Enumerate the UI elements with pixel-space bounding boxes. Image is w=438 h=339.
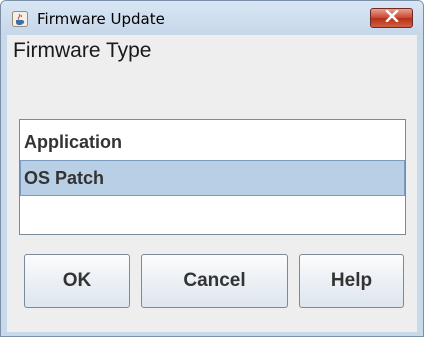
window-title: Firmware Update xyxy=(37,10,165,28)
cancel-button[interactable]: Cancel xyxy=(141,254,288,308)
help-button[interactable]: Help xyxy=(299,254,404,308)
close-button[interactable] xyxy=(370,8,413,28)
list-item-application[interactable]: Application xyxy=(20,124,405,160)
firmware-update-dialog: Firmware Update Firmware Type Applicatio… xyxy=(0,0,424,337)
list-item-os-patch[interactable]: OS Patch xyxy=(20,160,405,196)
close-x-icon xyxy=(385,9,399,27)
dialog-content: Firmware Type Application OS Patch OK Ca… xyxy=(7,35,417,332)
firmware-type-label: Firmware Type xyxy=(13,39,152,62)
title-bar[interactable]: Firmware Update xyxy=(1,1,423,35)
ok-button[interactable]: OK xyxy=(24,254,130,308)
firmware-type-list[interactable]: Application OS Patch xyxy=(19,119,406,235)
java-cup-icon xyxy=(12,11,28,27)
button-row: OK Cancel Help xyxy=(7,254,417,308)
